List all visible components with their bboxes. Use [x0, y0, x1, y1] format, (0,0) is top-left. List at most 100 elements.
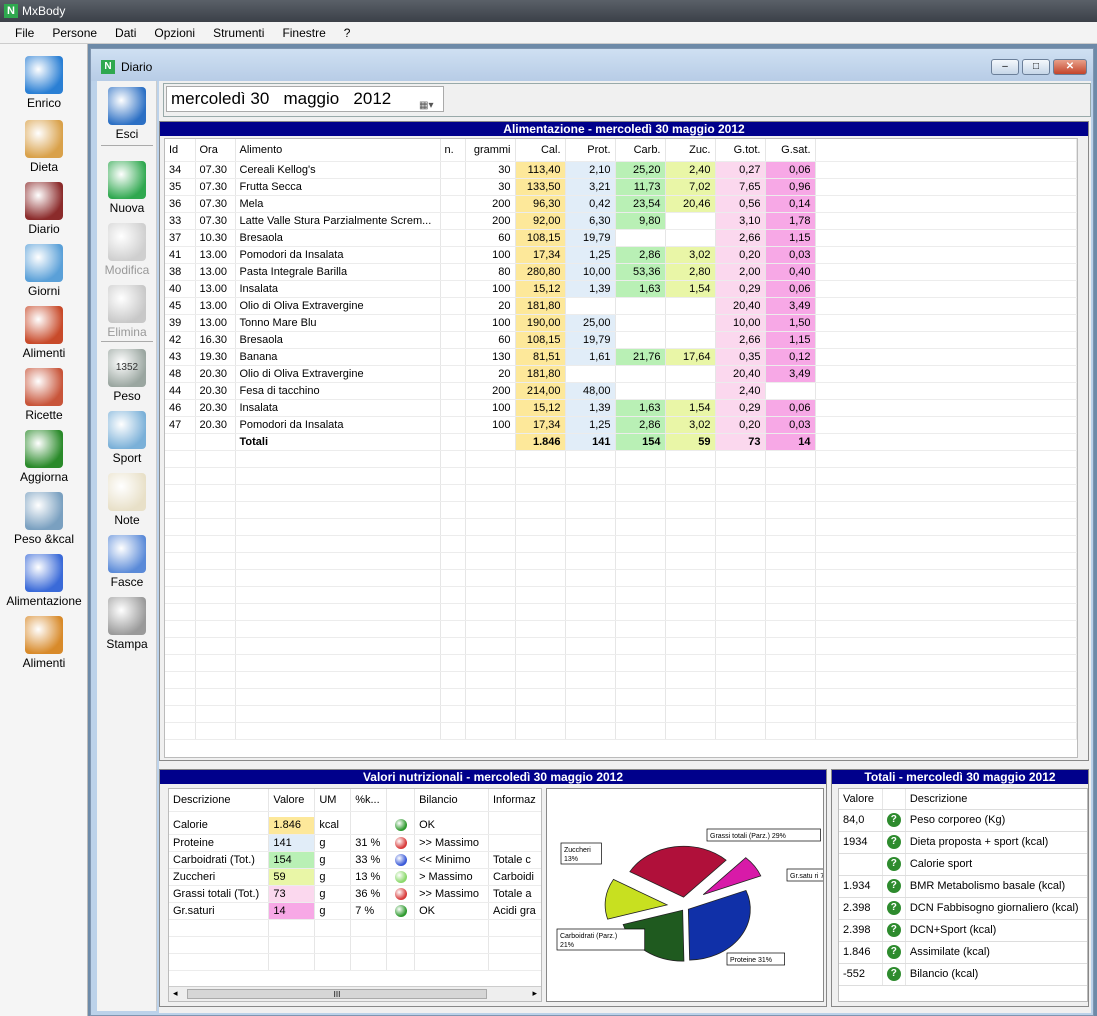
minimize-button[interactable]: –: [991, 59, 1019, 75]
column-header[interactable]: Id: [165, 139, 196, 162]
totali-row[interactable]: 1.846? Assimilate (kcal): [839, 941, 1087, 964]
date-picker[interactable]: mercoledì 30 maggio 2012 ▦▾: [166, 86, 444, 112]
column-header[interactable]: UM: [314, 789, 352, 812]
scroll-right-icon[interactable]: ▸: [532, 988, 537, 999]
valori-row[interactable]: Grassi totali (Tot.) 73 g 36 % >> Massimo Tot…: [169, 885, 541, 903]
leftbar-item-3[interactable]: Giorni: [0, 244, 88, 298]
leftbar-item-1[interactable]: Dieta: [0, 120, 88, 174]
column-header[interactable]: Zuc.: [665, 139, 716, 162]
column-header[interactable]: G.sat.: [765, 139, 816, 162]
table-row[interactable]: 40 13.00 Insalata 100 15,12 1,39 1,63 1,54 0,29 0…: [165, 280, 1077, 298]
column-header[interactable]: Descrizione: [905, 789, 1087, 810]
table-row[interactable]: 38 13.00 Pasta Integrale Barilla 80 280,80 10…: [165, 263, 1077, 281]
valori-grid[interactable]: Descrizione Valore UM %k... Bilancio Informaz…: [168, 788, 542, 1002]
toolbar-clock-button[interactable]: Fasce: [97, 535, 157, 589]
column-header[interactable]: Alimento: [235, 139, 441, 162]
help-icon[interactable]: ?: [886, 923, 901, 937]
menu-item-3[interactable]: Opzioni: [145, 26, 204, 40]
help-cell[interactable]: ?: [882, 853, 906, 876]
totali-grid[interactable]: Valore Descrizione 84,0? Peso corporeo (Kg)…: [838, 788, 1088, 1002]
totals-row[interactable]: Totali 1.846 141 154 59 73 14: [165, 433, 1077, 451]
maximize-button[interactable]: □: [1022, 59, 1050, 75]
menu-item-4[interactable]: Strumenti: [204, 26, 273, 40]
help-cell[interactable]: ?: [882, 831, 906, 854]
close-button[interactable]: ✕: [1053, 59, 1087, 75]
leftbar-item-2[interactable]: Diario: [0, 182, 88, 236]
valori-row[interactable]: Carboidrati (Tot.) 154 g 33 % << Minimo Total…: [169, 851, 541, 869]
calendar-dropdown-icon[interactable]: ▦▾: [419, 94, 439, 111]
menu-item-2[interactable]: Dati: [106, 26, 145, 40]
help-cell[interactable]: ?: [882, 809, 906, 832]
leftbar-item-8[interactable]: Alimentazione: [0, 554, 88, 608]
totali-row[interactable]: -552? Bilancio (kcal): [839, 963, 1087, 986]
valori-row[interactable]: Calorie 1.846 kcal OK: [169, 817, 541, 835]
column-header[interactable]: Informaz: [488, 789, 541, 812]
menu-item-1[interactable]: Persone: [43, 26, 106, 40]
toolbar-exit-button[interactable]: Esci: [97, 87, 157, 141]
scroll-left-icon[interactable]: ◂: [173, 988, 178, 999]
help-cell[interactable]: ?: [882, 897, 906, 920]
scroll-thumb[interactable]: III: [187, 989, 487, 999]
column-header[interactable]: Carb.: [615, 139, 666, 162]
help-cell[interactable]: ?: [882, 875, 906, 898]
totali-row[interactable]: 1.934? BMR Metabolismo basale (kcal): [839, 875, 1087, 898]
table-row[interactable]: 33 07.30 Latte Valle Stura Parzialmente Sc…: [165, 212, 1077, 230]
toolbar-notes-button[interactable]: Note: [97, 473, 157, 527]
help-icon[interactable]: ?: [886, 901, 901, 915]
table-row[interactable]: 34 07.30 Cereali Kellog's 30 113,40 2,10 25,20…: [165, 161, 1077, 179]
valori-row[interactable]: Proteine 141 g 31 % >> Massimo: [169, 834, 541, 852]
valori-row[interactable]: ​Gr.saturi 14 g 7 % OK Acidi gra: [169, 902, 541, 920]
toolbar-printer-button[interactable]: Stampa: [97, 597, 157, 651]
totali-row[interactable]: 2.398? DCN+Sport (kcal): [839, 919, 1087, 942]
table-row[interactable]: 36 07.30 Mela 200 96,30 0,42 23,54 20,46 0,56 0,1…: [165, 195, 1077, 213]
column-header[interactable]: Ora: [195, 139, 236, 162]
totali-row[interactable]: 84,0? Peso corporeo (Kg): [839, 809, 1087, 832]
table-row[interactable]: 42 16.30 Bresaola 60 108,15 19,79 2,66 1,15: [165, 331, 1077, 349]
toolbar-scale-button[interactable]: 1352 Peso: [97, 349, 157, 403]
column-header[interactable]: Descrizione: [169, 789, 270, 812]
column-header[interactable]: %k...: [350, 789, 388, 812]
column-header[interactable]: Valore: [839, 789, 883, 810]
leftbar-item-6[interactable]: Aggiorna: [0, 430, 88, 484]
help-icon[interactable]: ?: [886, 835, 901, 849]
leftbar-item-7[interactable]: Peso &kcal: [0, 492, 88, 546]
table-row[interactable]: 37 10.30 Bresaola 60 108,15 19,79 2,66 1,15: [165, 229, 1077, 247]
leftbar-item-4[interactable]: Alimenti: [0, 306, 88, 360]
table-row[interactable]: 43 19.30 Banana 130 81,51 1,61 21,76 17,64 0,35 0…: [165, 348, 1077, 366]
menu-item-6[interactable]: ?: [335, 26, 360, 40]
column-header[interactable]: Bilancio: [414, 789, 489, 812]
toolbar-add-button[interactable]: Nuova: [97, 161, 157, 215]
table-row[interactable]: 46 20.30 Insalata 100 15,12 1,39 1,63 1,54 0,29 0…: [165, 399, 1077, 417]
alimentazione-grid[interactable]: Id Ora Alimento n. grammi Cal. Prot. Carb. Zuc. G…: [164, 138, 1078, 758]
table-row[interactable]: 47 20.30 Pomodori da Insalata 100 17,34 1,25 2…: [165, 416, 1077, 434]
leftbar-item-9[interactable]: Alimenti: [0, 616, 88, 670]
column-header[interactable]: G.tot.: [715, 139, 766, 162]
valori-row[interactable]: ​Zuccheri 59 g 13 % > Massimo Carboidi: [169, 868, 541, 886]
menu-item-5[interactable]: Finestre: [273, 26, 334, 40]
column-header[interactable]: n.: [440, 139, 466, 162]
help-cell[interactable]: ?: [882, 919, 906, 942]
column-header[interactable]: Cal.: [515, 139, 566, 162]
column-header[interactable]: grammi: [465, 139, 516, 162]
table-row[interactable]: 45 13.00 Olio di Oliva Extravergine 20 181,8…: [165, 297, 1077, 315]
help-cell[interactable]: ?: [882, 963, 906, 986]
table-row[interactable]: 48 20.30 Olio di Oliva Extravergine 20 181,8…: [165, 365, 1077, 383]
horizontal-scrollbar[interactable]: ◂ III ▸: [169, 986, 541, 1001]
menu-item-0[interactable]: File: [6, 26, 43, 40]
totali-row[interactable]: ? Calorie sport: [839, 853, 1087, 876]
help-icon[interactable]: ?: [886, 945, 901, 959]
leftbar-item-0[interactable]: Enrico: [0, 56, 88, 110]
table-row[interactable]: 35 07.30 Frutta Secca 30 133,50 3,21 11,73 7,02…: [165, 178, 1077, 196]
help-cell[interactable]: ?: [882, 941, 906, 964]
totali-row[interactable]: 1934? Dieta proposta + sport (kcal): [839, 831, 1087, 854]
table-row[interactable]: 41 13.00 Pomodori da Insalata 100 17,34 1,25 2…: [165, 246, 1077, 264]
column-header[interactable]: [882, 789, 906, 810]
help-icon[interactable]: ?: [886, 857, 901, 871]
table-row[interactable]: 39 13.00 Tonno Mare Blu 100 190,00 25,00 10,00…: [165, 314, 1077, 332]
help-icon[interactable]: ?: [886, 813, 901, 827]
help-icon[interactable]: ?: [886, 879, 901, 893]
column-header[interactable]: Valore: [268, 789, 316, 812]
totali-row[interactable]: 2.398? DCN Fabbisogno giornaliero (kcal): [839, 897, 1087, 920]
toolbar-runner-button[interactable]: Sport: [97, 411, 157, 465]
table-row[interactable]: 44 20.30 Fesa di tacchino 200 214,00 48,00 2,4…: [165, 382, 1077, 400]
